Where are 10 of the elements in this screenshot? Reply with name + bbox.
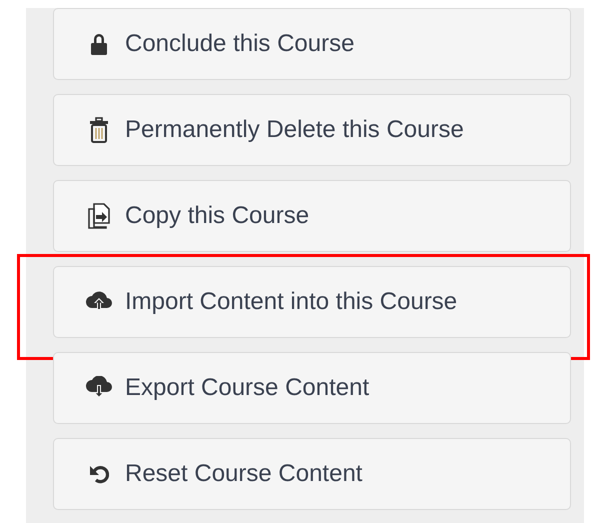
trash-icon: [89, 117, 109, 143]
undo-icon: [89, 463, 109, 485]
course-action-button[interactable]: Import Content into this Course: [53, 266, 571, 338]
copy-file-icon: [87, 203, 111, 229]
course-action-button[interactable]: Export Course Content: [53, 352, 571, 424]
course-action-button[interactable]: Reset Course Content: [53, 438, 571, 510]
lock-icon: [90, 33, 108, 55]
course-action-button[interactable]: Permanently Delete this Course: [53, 94, 571, 166]
course-action-button[interactable]: Copy this Course: [53, 180, 571, 252]
course-action-button[interactable]: Conclude this Course: [53, 8, 571, 80]
